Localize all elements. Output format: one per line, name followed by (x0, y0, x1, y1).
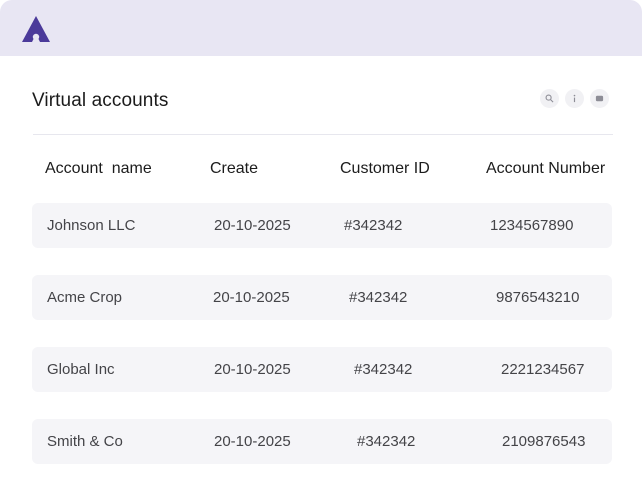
created-cell: 20-10-2025 (214, 433, 291, 450)
table-row[interactable]: Global Inc 20-10-2025 #342342 2221234567 (32, 347, 612, 392)
info-icon (573, 94, 576, 103)
page-title: Virtual accounts (32, 90, 169, 111)
created-cell: 20-10-2025 (214, 217, 291, 234)
more-icon (595, 95, 604, 102)
header-divider (33, 134, 613, 135)
search-button[interactable] (540, 89, 559, 108)
account-number-cell: 2109876543 (502, 433, 586, 450)
customer-id-cell: #342342 (357, 433, 416, 450)
created-cell: 20-10-2025 (213, 289, 290, 306)
column-header-account-name[interactable]: Account name (45, 160, 152, 178)
search-icon (545, 94, 554, 103)
table-row[interactable]: Acme Crop 20-10-2025 #342342 9876543210 (32, 275, 612, 320)
account-name-cell: Global Inc (47, 361, 115, 378)
customer-id-cell: #342342 (344, 217, 403, 234)
account-name-cell: Acme Crop (47, 289, 123, 306)
customer-id-cell: #342342 (354, 361, 413, 378)
account-name-cell: Johnson LLC (47, 217, 136, 234)
account-name-cell: Smith & Co (47, 433, 123, 450)
info-button[interactable] (565, 89, 584, 108)
column-header-account-number[interactable]: Account Number (486, 160, 605, 178)
column-header-create[interactable]: Create (210, 160, 258, 178)
header-toolbar (540, 89, 609, 108)
account-number-cell: 1234567890 (490, 217, 574, 234)
table-row[interactable]: Smith & Co 20-10-2025 #342342 2109876543 (32, 419, 612, 464)
more-button[interactable] (590, 89, 609, 108)
created-cell: 20-10-2025 (214, 361, 291, 378)
customer-id-cell: #342342 (349, 289, 408, 306)
column-header-customer-id[interactable]: Customer ID (340, 160, 430, 178)
top-bar (0, 0, 642, 56)
table-row[interactable]: Johnson LLC 20-10-2025 #342342 123456789… (32, 203, 612, 248)
account-number-cell: 2221234567 (501, 361, 585, 378)
brand-logo-icon[interactable] (21, 15, 51, 43)
account-number-cell: 9876543210 (496, 289, 580, 306)
